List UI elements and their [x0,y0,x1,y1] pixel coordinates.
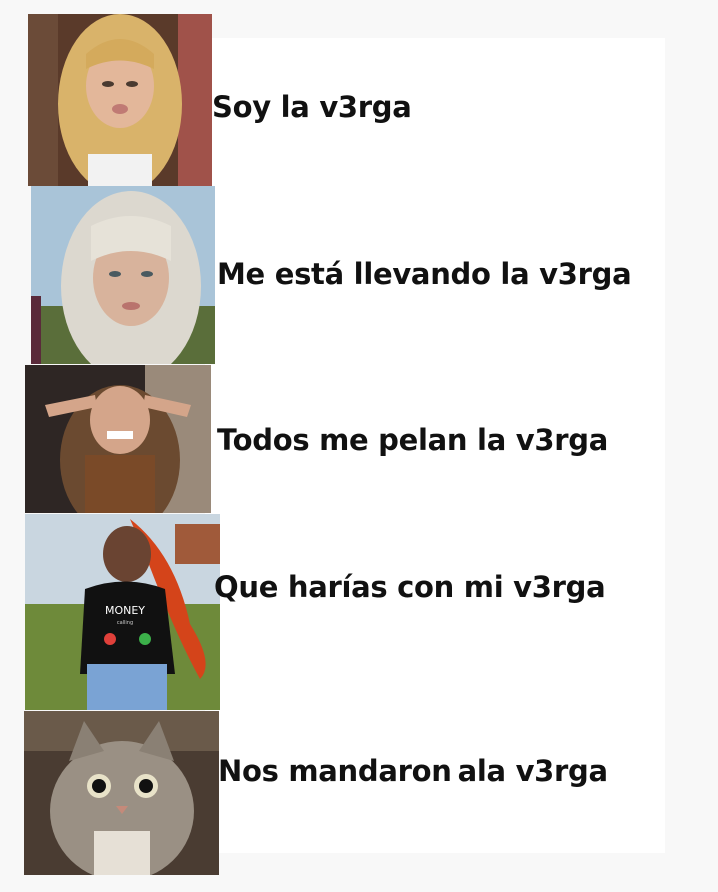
photo-blonde-woman [28,14,212,186]
caption-4: Que harías con mi v3rga [214,570,606,604]
caption-5-part1: Nos mandaron [218,754,452,788]
meme-canvas: Soy la v3rga Me está llevando la v3rga T… [0,0,718,892]
caption-5: Nos mandaron ala v3rga [218,757,608,786]
photo-money-shirt-woman: MONEY calling [25,514,220,710]
photo-grimacing-woman [25,365,211,513]
caption-2: Me está llevando la v3rga [217,257,632,291]
caption-5-part2: ala v3rga [457,754,608,788]
photo-platinum-bangs-woman [31,186,215,364]
shirt-text: MONEY [105,604,145,617]
caption-1: Soy la v3rga [212,90,412,124]
caption-3: Todos me pelan la v3rga [217,423,608,457]
shirt-subtext: calling [117,620,133,626]
photo-tabby-cat [24,711,219,875]
